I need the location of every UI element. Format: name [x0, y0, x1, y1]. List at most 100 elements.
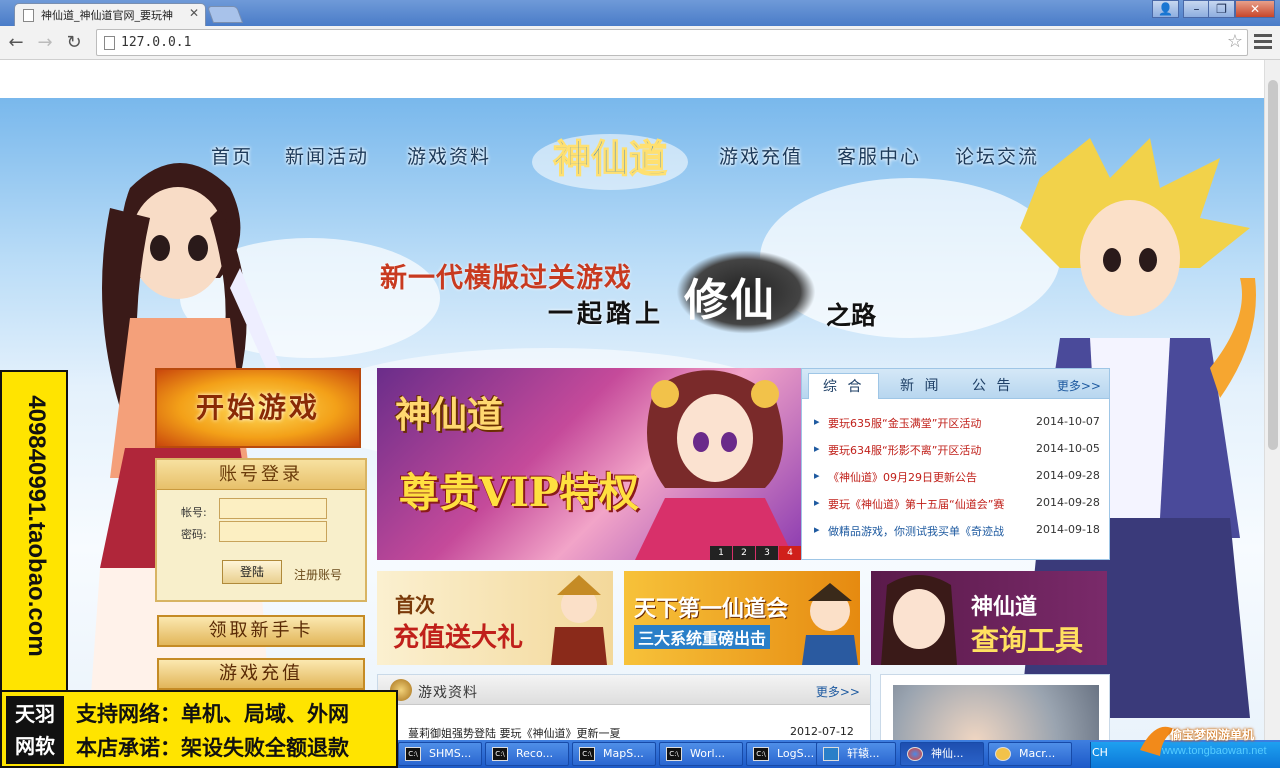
news-item[interactable]: ▸ 要玩634服“形影不离”开区活动 2014-10-05 — [814, 442, 1104, 462]
slogan-line3: 之路 — [826, 301, 877, 330]
taskbar-item[interactable]: C:\ MapS... — [572, 742, 656, 766]
console-icon: C:\ — [492, 747, 508, 761]
forward-arrow-icon[interactable]: → — [34, 32, 56, 54]
login-button[interactable]: 登陆 — [222, 560, 282, 584]
banner-page-2[interactable]: 2 — [733, 546, 755, 560]
browser-menu-icon[interactable] — [1252, 31, 1274, 53]
banner-pagination: 1 2 3 4 — [709, 546, 801, 560]
tab-close-icon[interactable]: ✕ — [189, 6, 199, 20]
register-link[interactable]: 注册账号 — [294, 566, 342, 583]
promo-boy-illustration — [802, 583, 858, 665]
back-arrow-icon[interactable]: ← — [5, 32, 27, 54]
password-input[interactable] — [219, 521, 327, 542]
taskbar-item[interactable]: 轩辕... — [816, 742, 896, 766]
minimize-button[interactable]: – — [1183, 0, 1210, 18]
news-item[interactable]: ▸ 做精品游戏，你测试我买单《奇迹战 2014-09-18 — [814, 523, 1104, 543]
info-item-title[interactable]: 蔓莉御姐强势登陆 要玩《神仙道》更新一夏 — [408, 727, 621, 740]
promo-line1: 天下第一仙道会 — [634, 596, 789, 622]
news-item[interactable]: ▸ 《神仙道》09月29日更新公告 2014-09-28 — [814, 469, 1104, 489]
start-game-button[interactable]: 开始游戏 — [155, 368, 361, 448]
bookmark-star-icon[interactable]: ☆ — [1227, 31, 1243, 52]
promo-first-recharge[interactable]: 首次 充值送大礼 — [377, 571, 613, 665]
banner-page-4[interactable]: 4 — [779, 546, 801, 560]
nav-home[interactable]: 首页 — [211, 142, 253, 169]
news-date: 2014-10-05 — [1036, 442, 1100, 455]
tab-news[interactable]: 新 闻 — [900, 375, 941, 395]
login-title: 账号登录 — [157, 460, 365, 490]
news-tabs: 综 合 新 闻 公 告 更多>> — [802, 369, 1109, 399]
site-logo[interactable]: 神仙道 — [530, 122, 690, 194]
taskbar-item[interactable]: Macr... — [988, 742, 1072, 766]
shop-logo-top: 天羽 — [15, 702, 55, 726]
web-page: 首页 新闻活动 游戏资料 神仙道 游戏充值 客服中心 论坛交流 新一代横版过关游… — [0, 60, 1264, 740]
promo-warrior-illustration — [551, 575, 607, 665]
promo-line1: 神仙道 — [971, 594, 1038, 620]
shop-promise-banner: 天羽 网软 支持网络：单机、局域、外网 本店承诺：架设失败全额退款 — [0, 690, 398, 768]
side-photo-panel — [880, 674, 1110, 740]
bullet-arrow-icon: ▸ — [814, 442, 820, 455]
nav-game-info[interactable]: 游戏资料 — [407, 142, 491, 169]
game-info-section: 游戏资料 更多>> 蔓莉御姐强势登陆 要玩《神仙道》更新一夏 2012-07-1… — [377, 674, 871, 740]
nav-news[interactable]: 新闻活动 — [285, 142, 369, 169]
list-item[interactable]: 蔓莉御姐强势登陆 要玩《神仙道》更新一夏 2012-07-12 — [408, 725, 858, 740]
news-date: 2014-09-28 — [1036, 469, 1100, 482]
promo-tournament[interactable]: 天下第一仙道会 三大系统重磅出击 — [624, 571, 860, 665]
tab-notices[interactable]: 公 告 — [972, 375, 1013, 395]
promo-line2: 查询工具 — [971, 624, 1084, 657]
promo-line2: 充值送大礼 — [393, 623, 524, 653]
page-scrollbar[interactable] — [1264, 60, 1280, 740]
account-input[interactable] — [219, 498, 327, 519]
tab-general[interactable]: 综 合 — [808, 373, 880, 399]
new-tab-button[interactable] — [206, 6, 244, 23]
shop-line2: 本店承诺：架设失败全额退款 — [76, 735, 349, 760]
user-profile-icon[interactable]: 👤 — [1152, 0, 1179, 18]
vip-banner[interactable]: 神仙道 尊贵VIP特权 1 2 3 4 — [377, 368, 801, 560]
nav-forum[interactable]: 论坛交流 — [955, 142, 1039, 169]
browser-title-bar: 神仙道_神仙道官网_要玩神 ✕ 👤 – ❐ ✕ — [0, 0, 1280, 26]
banner-page-3[interactable]: 3 — [756, 546, 778, 560]
close-window-button[interactable]: ✕ — [1235, 0, 1275, 18]
recharge-button[interactable]: 游戏充值 — [157, 658, 365, 690]
news-title[interactable]: 要玩634服“形影不离”开区活动 — [828, 442, 1028, 458]
scrollbar-thumb[interactable] — [1268, 80, 1278, 450]
news-date: 2014-10-07 — [1036, 415, 1100, 428]
news-panel: 综 合 新 闻 公 告 更多>> ▸ 要玩635服“金玉满堂”开区活动 2014… — [801, 368, 1110, 560]
language-indicator[interactable]: CH — [1092, 746, 1108, 759]
taskbar-item[interactable]: C:\ Worl... — [659, 742, 743, 766]
tab-title: 神仙道_神仙道官网_要玩神 — [41, 9, 173, 22]
news-item[interactable]: ▸ 要玩《神仙道》第十五届“仙道会”赛 2014-09-28 — [814, 496, 1104, 516]
news-title[interactable]: 要玩《神仙道》第十五届“仙道会”赛 — [828, 496, 1028, 512]
address-bar[interactable]: 127.0.0.1 ☆ — [96, 29, 1248, 56]
taskbar-item[interactable]: C:\ SHMS... — [398, 742, 482, 766]
news-title[interactable]: 要玩635服“金玉满堂”开区活动 — [828, 415, 1028, 431]
slogan-line2: 一起踏上 — [548, 299, 665, 328]
news-item[interactable]: ▸ 要玩635服“金玉满堂”开区活动 2014-10-07 — [814, 415, 1104, 435]
news-more-link[interactable]: 更多>> — [1057, 377, 1101, 394]
console-icon: C:\ — [405, 747, 421, 761]
console-icon: C:\ — [579, 747, 595, 761]
login-panel: 账号登录 帐号: 密码: 登陆 注册账号 — [155, 458, 367, 602]
promo-query-tool[interactable]: 神仙道 查询工具 — [871, 571, 1107, 665]
page-favicon-icon — [23, 9, 34, 22]
news-title[interactable]: 《神仙道》09月29日更新公告 — [828, 469, 1028, 485]
side-photo-image[interactable] — [893, 685, 1099, 740]
game-info-more-link[interactable]: 更多>> — [816, 683, 860, 700]
url-text[interactable]: 127.0.0.1 — [121, 35, 191, 50]
logo-icon: 神仙道 — [532, 134, 688, 190]
restore-button[interactable]: ❐ — [1208, 0, 1235, 18]
game-info-header: 游戏资料 更多>> — [378, 675, 870, 705]
banner-page-1[interactable]: 1 — [710, 546, 732, 560]
reload-icon[interactable]: ↻ — [63, 32, 85, 54]
nav-recharge[interactable]: 游戏充值 — [719, 142, 803, 169]
nav-support[interactable]: 客服中心 — [837, 142, 921, 169]
banner-logo: 神仙道 — [395, 394, 504, 436]
taskbar-item[interactable]: C:\ Reco... — [485, 742, 569, 766]
slogan-line1: 新一代横版过关游戏 — [380, 263, 632, 294]
news-date: 2014-09-28 — [1036, 496, 1100, 509]
browser-tab-active[interactable]: 神仙道_神仙道官网_要玩神 ✕ — [14, 3, 206, 26]
page-icon — [104, 36, 115, 50]
news-title[interactable]: 做精品游戏，你测试我买单《奇迹战 — [828, 523, 1028, 539]
novice-card-button[interactable]: 领取新手卡 — [157, 615, 365, 647]
taskbar-item-active[interactable]: 神仙... — [900, 742, 984, 766]
promo-line1: 首次 — [395, 593, 435, 617]
